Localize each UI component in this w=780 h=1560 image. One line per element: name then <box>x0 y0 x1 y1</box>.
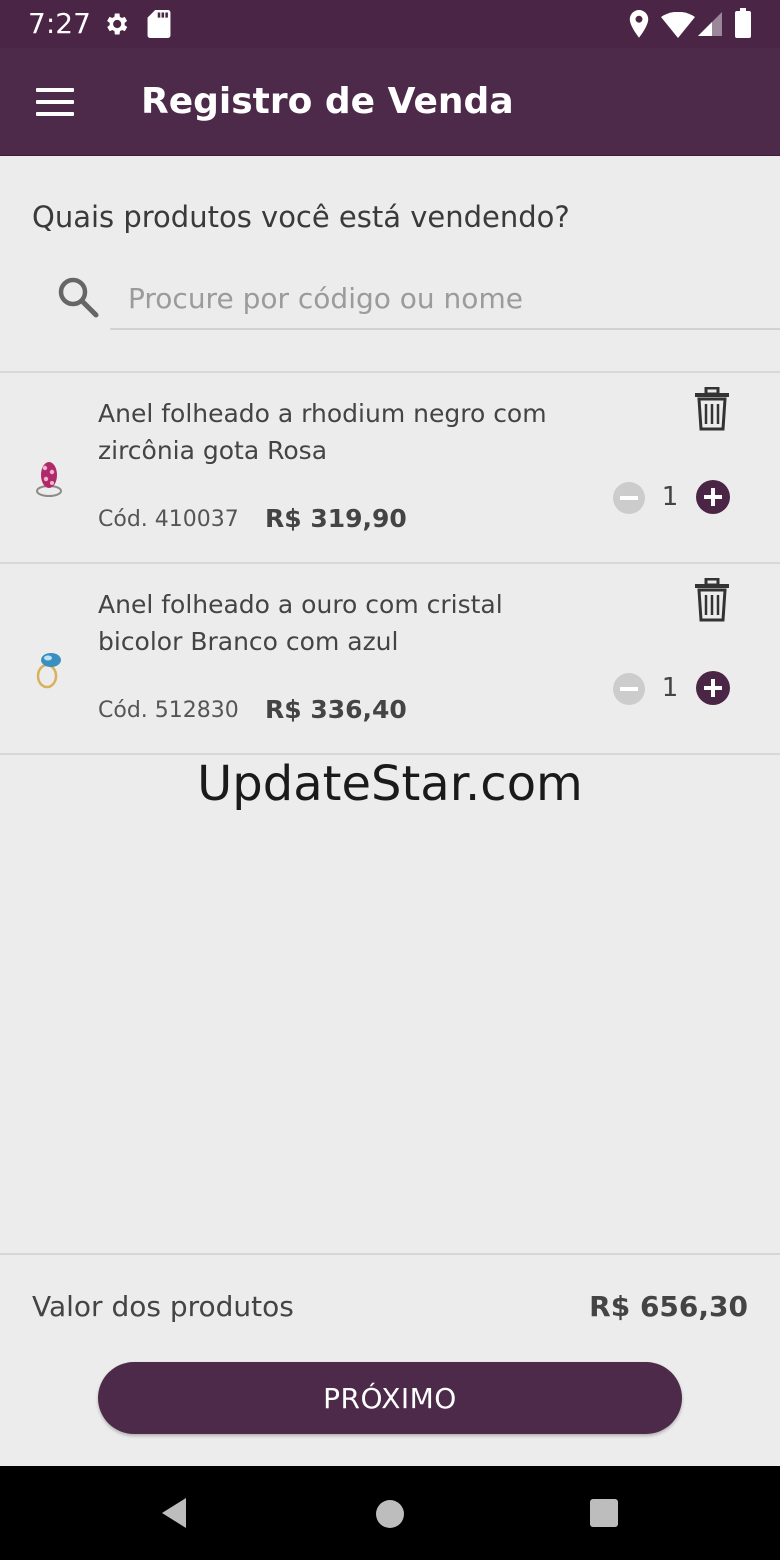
increase-quantity-button[interactable] <box>695 479 731 515</box>
quantity-value: 1 <box>661 482 679 512</box>
battery-icon <box>735 8 751 38</box>
location-icon <box>629 10 649 38</box>
wifi-icon <box>661 12 695 38</box>
total-value: R$ 656,30 <box>589 1290 748 1323</box>
quantity-value: 1 <box>661 673 679 703</box>
search-input[interactable] <box>110 268 780 330</box>
product-code: Cód. 410037 <box>98 507 239 532</box>
trash-icon[interactable] <box>692 578 732 622</box>
trash-icon[interactable] <box>692 387 732 431</box>
app-bar: Registro de Venda <box>0 48 780 156</box>
increase-quantity-button[interactable] <box>695 670 731 706</box>
product-name: Anel folheado a rhodium negro com zircôn… <box>98 399 547 465</box>
product-name: Anel folheado a ouro com cristal bicolor… <box>98 590 503 656</box>
gear-icon <box>107 13 128 35</box>
next-button[interactable]: PRÓXIMO <box>98 1362 682 1434</box>
ring-thumbnail <box>36 653 61 689</box>
search-icon <box>58 277 99 318</box>
divider <box>0 1253 780 1255</box>
status-bar: 7:27 <box>0 0 780 48</box>
signal-icon <box>698 12 722 36</box>
list-item: Anel folheado a rhodium negro com zircôn… <box>0 373 780 563</box>
decrease-quantity-button[interactable] <box>612 481 646 515</box>
back-icon[interactable] <box>158 1496 188 1530</box>
hamburger-menu-icon[interactable] <box>30 80 80 124</box>
decrease-quantity-button[interactable] <box>612 672 646 706</box>
ring-thumbnail <box>36 462 62 497</box>
page-title: Registro de Venda <box>141 81 514 122</box>
sd-card-icon <box>147 10 171 38</box>
product-price: R$ 319,90 <box>265 504 407 533</box>
product-price: R$ 336,40 <box>265 695 407 724</box>
watermark: UpdateStar.com <box>197 756 583 812</box>
recents-icon[interactable] <box>589 1498 619 1528</box>
question-heading: Quais produtos você está vendendo? <box>32 200 570 234</box>
list-item: Anel folheado a ouro com cristal bicolor… <box>0 564 780 754</box>
total-label: Valor dos produtos <box>32 1290 294 1323</box>
home-icon[interactable] <box>374 1498 406 1530</box>
product-code: Cód. 512830 <box>98 698 239 723</box>
navigation-bar <box>0 1466 780 1560</box>
status-time: 7:27 <box>28 7 91 40</box>
